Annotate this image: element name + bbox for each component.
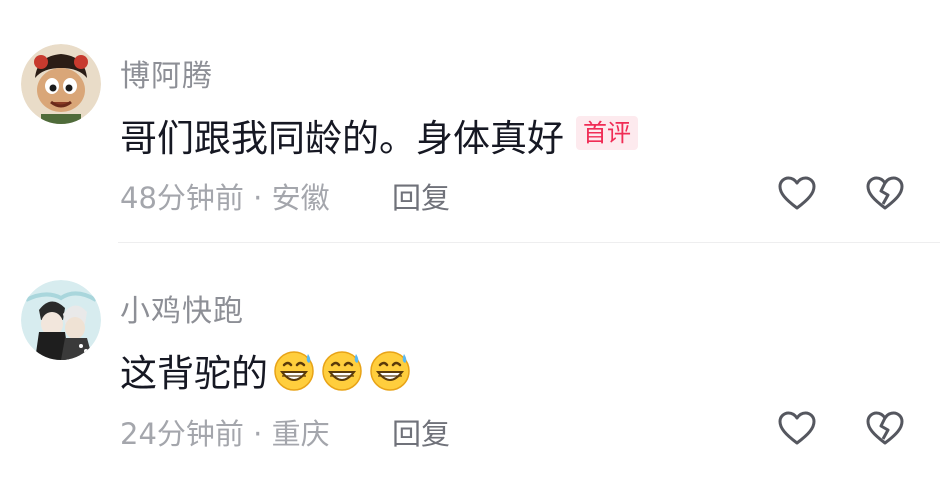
grinning-sweat-emoji bbox=[272, 348, 316, 392]
comment-time: 48分钟前 bbox=[120, 181, 244, 215]
dislike-button[interactable] bbox=[865, 409, 905, 449]
comment-text: 这背驼的 bbox=[120, 343, 412, 397]
comment-meta: 48分钟前 · 安徽 bbox=[120, 175, 330, 217]
comment-location: 重庆 bbox=[271, 417, 330, 451]
avatar[interactable] bbox=[21, 44, 101, 124]
first-comment-badge: 首评 bbox=[576, 116, 638, 150]
comment-meta: 24分钟前 · 重庆 bbox=[120, 411, 330, 453]
heart-outline-icon bbox=[778, 176, 816, 210]
meta-separator: · bbox=[243, 417, 272, 451]
like-button[interactable] bbox=[777, 174, 817, 214]
like-button[interactable] bbox=[777, 409, 817, 449]
grinning-sweat-emoji bbox=[368, 348, 412, 392]
grinning-sweat-emoji bbox=[320, 348, 364, 392]
comment-time: 24分钟前 bbox=[120, 417, 244, 451]
reply-button[interactable]: 回复 bbox=[392, 175, 450, 217]
comment-item: 小鸡快跑 这背驼的 24分钟前 · 重庆 回复 bbox=[0, 243, 940, 487]
comment-body: 哥们跟我同龄的。身体真好 bbox=[120, 117, 564, 160]
reply-button[interactable]: 回复 bbox=[392, 411, 450, 453]
username[interactable]: 博阿腾 bbox=[120, 51, 213, 95]
username[interactable]: 小鸡快跑 bbox=[120, 286, 244, 330]
avatar[interactable] bbox=[21, 280, 101, 360]
heart-outline-icon bbox=[778, 411, 816, 445]
comment-text: 哥们跟我同龄的。身体真好 首评 bbox=[120, 108, 638, 162]
comment-body: 这背驼的 bbox=[120, 352, 268, 395]
comment-location: 安徽 bbox=[271, 181, 330, 215]
broken-heart-icon bbox=[866, 411, 904, 445]
broken-heart-icon bbox=[866, 176, 904, 210]
dislike-button[interactable] bbox=[865, 174, 905, 214]
meta-separator: · bbox=[243, 181, 272, 215]
comment-item: 博阿腾 哥们跟我同龄的。身体真好 首评 48分钟前 · 安徽 回复 bbox=[0, 0, 940, 243]
